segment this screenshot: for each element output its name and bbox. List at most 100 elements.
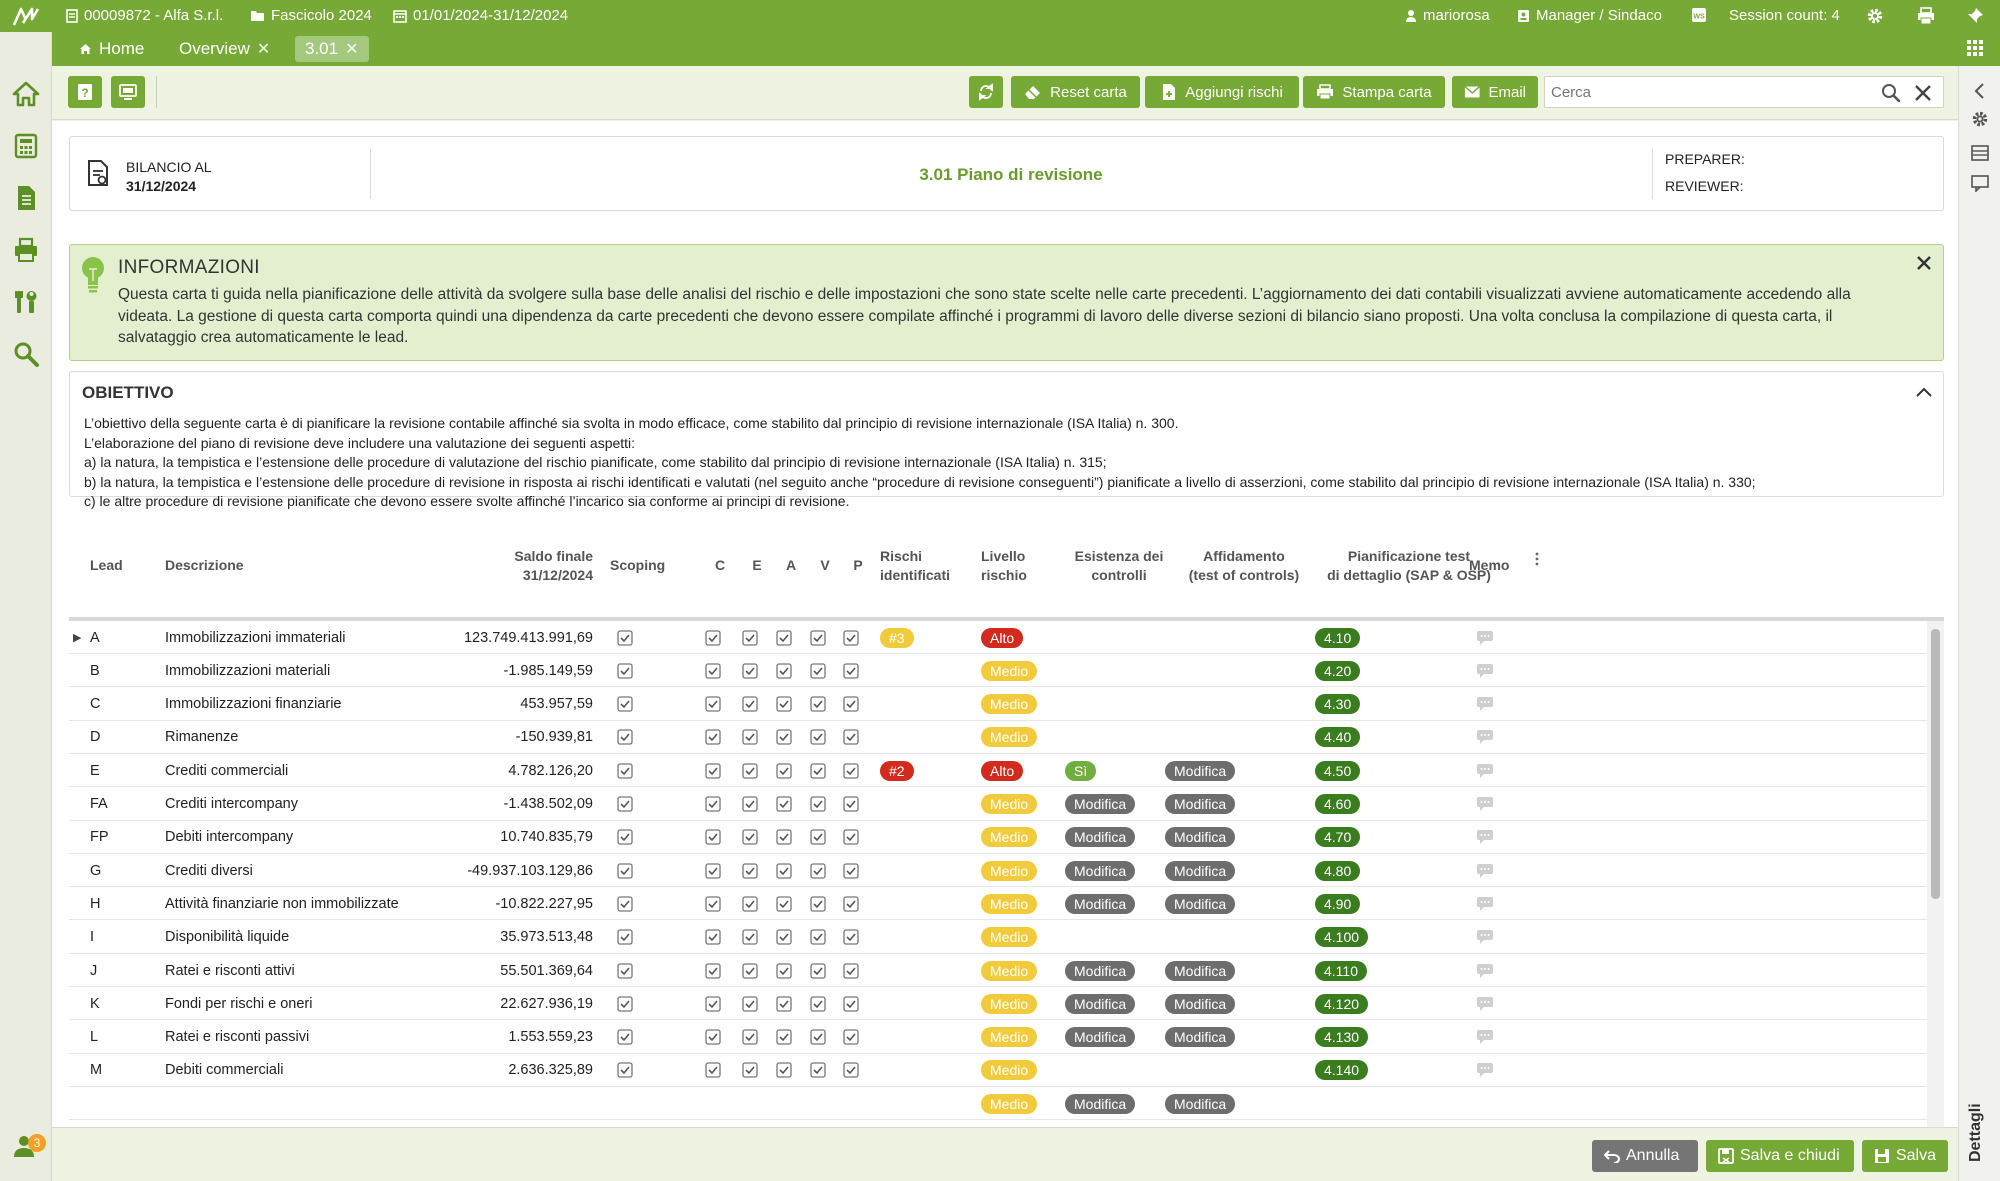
- test-link-badge[interactable]: 4.110: [1315, 954, 1367, 987]
- chk-scoping-checkbox[interactable]: [617, 788, 635, 821]
- chk-p-checkbox[interactable]: [843, 854, 861, 887]
- col-header-saldo[interactable]: Saldo finale 31/12/2024: [429, 547, 593, 585]
- clear-search-icon[interactable]: [1913, 83, 1933, 103]
- test-link-badge[interactable]: 4.10: [1315, 621, 1361, 654]
- table-row[interactable]: C Immobilizzazioni finanziarie 453.957,59 M…: [69, 688, 1927, 721]
- test-link-badge[interactable]: 4.100: [1315, 921, 1369, 954]
- settings-gear-icon[interactable]: [1866, 7, 1884, 25]
- esistenza-controlli-badge[interactable]: Modifica: [1065, 854, 1136, 887]
- memo-comment-icon[interactable]: [1476, 621, 1494, 654]
- chk-e-checkbox[interactable]: [742, 987, 760, 1020]
- chk-c-checkbox[interactable]: [705, 788, 723, 821]
- col-header-affidamento[interactable]: Affidamento (test of controls): [1169, 547, 1319, 585]
- chk-e-checkbox[interactable]: [742, 954, 760, 987]
- livello-rischio-badge[interactable]: Alto: [981, 754, 1024, 787]
- livello-rischio-badge[interactable]: Medio: [981, 954, 1038, 987]
- table-row[interactable]: FP Debiti intercompany 10.740.835,79 Medio M…: [69, 821, 1927, 854]
- chk-p-checkbox[interactable]: [843, 987, 861, 1020]
- test-link-badge[interactable]: 4.120: [1315, 987, 1369, 1020]
- chk-scoping-checkbox[interactable]: [617, 854, 635, 887]
- affidamento-badge[interactable]: Modifica: [1165, 788, 1236, 821]
- livello-rischio-badge[interactable]: Medio: [981, 688, 1038, 721]
- memo-comment-icon[interactable]: [1476, 654, 1494, 687]
- memo-comment-icon[interactable]: [1476, 854, 1494, 887]
- livello-rischio-badge[interactable]: Medio: [981, 987, 1038, 1020]
- chk-p-checkbox[interactable]: [843, 921, 861, 954]
- chk-e-checkbox[interactable]: [742, 788, 760, 821]
- nav-search-icon[interactable]: [12, 340, 40, 368]
- affidamento-badge[interactable]: Modifica: [1165, 754, 1236, 787]
- rischi-badge[interactable]: #3: [880, 621, 914, 654]
- col-header-v[interactable]: V: [814, 556, 836, 575]
- table-row[interactable]: E Crediti commerciali 4.782.126,20 #2 Alto Sì…: [69, 754, 1927, 788]
- expand-row-icon[interactable]: ▶: [73, 621, 85, 654]
- livello-rischio-badge[interactable]: Medio: [981, 1021, 1038, 1054]
- chk-scoping-checkbox[interactable]: [617, 887, 635, 920]
- test-link-badge[interactable]: 4.40: [1315, 721, 1361, 754]
- test-link-badge[interactable]: 4.70: [1315, 821, 1361, 854]
- chk-v-checkbox[interactable]: [810, 987, 828, 1020]
- affidamento-badge[interactable]: Modifica: [1165, 821, 1236, 854]
- col-header-livello[interactable]: Livello rischio: [981, 547, 1027, 585]
- chk-c-checkbox[interactable]: [705, 954, 723, 987]
- tab-3-01[interactable]: 3.01 ✕: [295, 36, 369, 62]
- nav-printer-icon[interactable]: [12, 236, 40, 264]
- col-header-c[interactable]: C: [709, 556, 731, 575]
- chk-c-checkbox[interactable]: [705, 721, 723, 754]
- col-header-a[interactable]: A: [780, 556, 802, 575]
- test-link-badge[interactable]: 4.130: [1315, 1021, 1369, 1054]
- esistenza-controlli-badge[interactable]: Modifica: [1065, 987, 1136, 1020]
- chk-v-checkbox[interactable]: [810, 788, 828, 821]
- chk-v-checkbox[interactable]: [810, 621, 828, 654]
- livello-rischio-badge[interactable]: Alto: [981, 621, 1024, 654]
- nav-calculator-icon[interactable]: [12, 132, 40, 160]
- chk-a-checkbox[interactable]: [776, 987, 794, 1020]
- affidamento-badge[interactable]: Modifica: [1165, 954, 1236, 987]
- chk-p-checkbox[interactable]: [843, 721, 861, 754]
- table-row[interactable]: ▶ A Immobilizzazioni immateriali 123.749.41…: [69, 621, 1927, 654]
- chk-c-checkbox[interactable]: [705, 987, 723, 1020]
- col-header-memo[interactable]: Memo: [1469, 556, 1509, 575]
- chk-a-checkbox[interactable]: [776, 1021, 794, 1054]
- collapse-chevron-up-icon[interactable]: [1915, 384, 1933, 402]
- chk-e-checkbox[interactable]: [742, 821, 760, 854]
- tab-home[interactable]: Home: [69, 36, 154, 62]
- chk-a-checkbox[interactable]: [776, 854, 794, 887]
- chk-c-checkbox[interactable]: [705, 854, 723, 887]
- tab-overview[interactable]: Overview ✕: [169, 36, 280, 62]
- chk-v-checkbox[interactable]: [810, 921, 828, 954]
- chk-scoping-checkbox[interactable]: [617, 621, 635, 654]
- company-selector[interactable]: 00009872 - Alfa S.r.l.: [66, 7, 223, 24]
- memo-comment-icon[interactable]: [1476, 887, 1494, 920]
- nav-document-icon[interactable]: [12, 184, 40, 212]
- pin-icon[interactable]: [1966, 7, 1984, 25]
- collapse-chevron-icon[interactable]: [1971, 82, 1989, 100]
- memo-comment-icon[interactable]: [1476, 754, 1494, 787]
- chk-a-checkbox[interactable]: [776, 721, 794, 754]
- chk-a-checkbox[interactable]: [776, 887, 794, 920]
- chk-v-checkbox[interactable]: [810, 1021, 828, 1054]
- chk-c-checkbox[interactable]: [705, 921, 723, 954]
- chk-v-checkbox[interactable]: [810, 654, 828, 687]
- column-options-kebab-icon[interactable]: [1534, 551, 1540, 567]
- chk-a-checkbox[interactable]: [776, 921, 794, 954]
- chk-v-checkbox[interactable]: [810, 954, 828, 987]
- chk-p-checkbox[interactable]: [843, 688, 861, 721]
- chk-v-checkbox[interactable]: [810, 821, 828, 854]
- livello-rischio-badge[interactable]: Medio: [981, 721, 1038, 754]
- memo-comment-icon[interactable]: [1476, 1021, 1494, 1054]
- col-header-scoping[interactable]: Scoping: [610, 556, 665, 575]
- reset-carta-button[interactable]: Reset carta: [1011, 76, 1140, 108]
- esistenza-controlli-badge[interactable]: Modifica: [1065, 788, 1136, 821]
- livello-rischio-badge[interactable]: Medio: [981, 1054, 1038, 1087]
- role-selector[interactable]: Manager / Sindaco: [1517, 7, 1662, 24]
- chk-scoping-checkbox[interactable]: [617, 821, 635, 854]
- chk-c-checkbox[interactable]: [705, 621, 723, 654]
- table-scrollbar[interactable]: [1927, 621, 1944, 1127]
- esistenza-controlli-badge[interactable]: Modifica: [1065, 1087, 1136, 1120]
- esistenza-controlli-badge[interactable]: Modifica: [1065, 1021, 1136, 1054]
- test-link-badge[interactable]: 4.60: [1315, 788, 1361, 821]
- nav-tools-icon[interactable]: [12, 288, 40, 316]
- col-header-e[interactable]: E: [746, 556, 768, 575]
- memo-comment-icon[interactable]: [1476, 721, 1494, 754]
